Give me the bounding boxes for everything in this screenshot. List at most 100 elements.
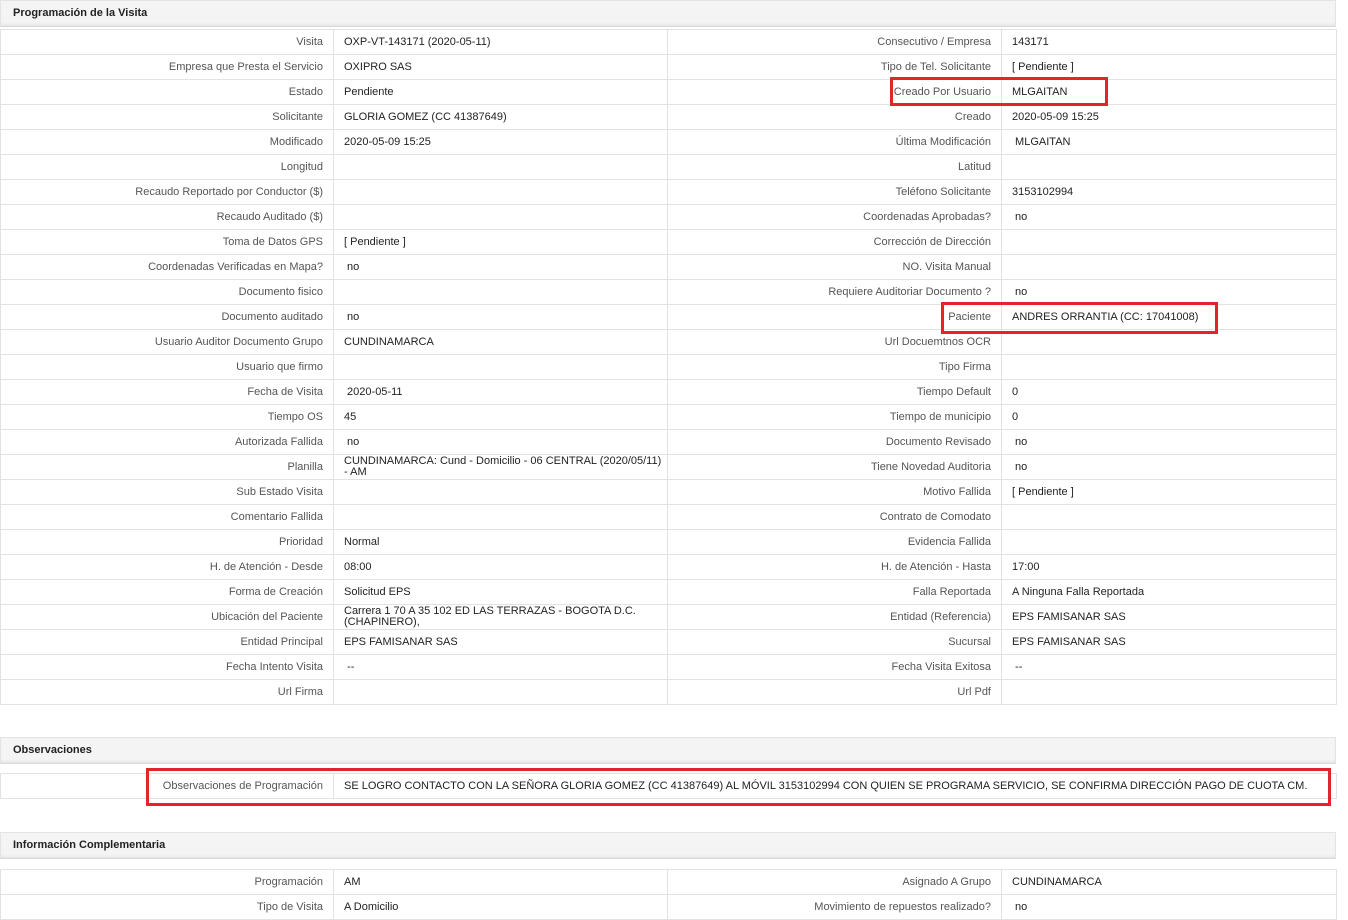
field-label: Tiempo Default xyxy=(667,379,1002,405)
field-value: 2020-05-09 15:25 xyxy=(333,129,668,155)
table-row: Recaudo Reportado por Conductor ($) Teléf… xyxy=(0,179,1337,205)
field-label: Tiempo de municipio xyxy=(667,404,1002,430)
field-value: Pendiente xyxy=(333,79,668,105)
table-row: Longitud Latitud xyxy=(0,154,1337,180)
table-row: Estado Pendiente Creado Por Usuario MLGAITA… xyxy=(0,79,1337,105)
field-value xyxy=(1001,229,1337,255)
field-value: 45 xyxy=(333,404,668,430)
table-row: Ubicación del Paciente Carrera 1 70 A 35 … xyxy=(0,604,1337,630)
field-value xyxy=(333,204,668,230)
field-label: Fecha de Visita xyxy=(0,379,334,405)
field-label: Solicitante xyxy=(0,104,334,130)
field-label: Recaudo Reportado por Conductor ($) xyxy=(0,179,334,205)
field-value: no xyxy=(333,429,668,455)
table-row: Documento fisico Requiere Auditoriar Docu… xyxy=(0,279,1337,305)
field-value: SE LOGRO CONTACTO CON LA SEÑORA GLORIA G… xyxy=(333,773,1337,799)
table-row: Url Firma Url Pdf xyxy=(0,679,1337,705)
field-value: OXP-VT-143171 (2020-05-11) xyxy=(333,29,668,55)
field-value xyxy=(333,179,668,205)
table-row: Comentario Fallida Contrato de Comodato xyxy=(0,504,1337,530)
observaciones-section: Observaciones Observaciones de Programac… xyxy=(0,737,1337,799)
field-label: Programación xyxy=(0,869,334,895)
field-label: Tipo Firma xyxy=(667,354,1002,380)
field-value xyxy=(333,279,668,305)
field-label: Usuario que firmo xyxy=(0,354,334,380)
table-row: Usuario que firmo Tipo Firma xyxy=(0,354,1337,380)
field-label: Sub Estado Visita xyxy=(0,479,334,505)
field-value xyxy=(1001,354,1337,380)
table-row: Programación AM Asignado A Grupo CUNDINAMAR… xyxy=(0,869,1337,895)
table-row: Recaudo Auditado ($) Coordenadas Aprobada… xyxy=(0,204,1337,230)
table-row: Visita OXP-VT-143171 (2020-05-11) Consecut… xyxy=(0,29,1337,55)
field-value: CUNDINAMARCA: Cund - Domicilio - 06 CENT… xyxy=(333,454,668,480)
field-value xyxy=(333,354,668,380)
info-table: Programación AM Asignado A Grupo CUNDINAMAR… xyxy=(0,869,1337,920)
table-row: Autorizada Fallida no Documento Revisado … xyxy=(0,429,1337,455)
field-label: Fecha Intento Visita xyxy=(0,654,334,680)
table-row: Fecha Intento Visita -- Fecha Visita Exit… xyxy=(0,654,1337,680)
field-value: CUNDINAMARCA xyxy=(1001,869,1337,895)
field-value: [ Pendiente ] xyxy=(333,229,668,255)
field-value xyxy=(1001,154,1337,180)
field-label: Movimiento de repuestos realizado? xyxy=(667,894,1002,920)
field-label: Tiene Novedad Auditoria xyxy=(667,454,1002,480)
table-row: Modificado 2020-05-09 15:25 Última Modific… xyxy=(0,129,1337,155)
field-label: Teléfono Solicitante xyxy=(667,179,1002,205)
field-value: 0 xyxy=(1001,404,1337,430)
field-value: EPS FAMISANAR SAS xyxy=(1001,629,1337,655)
field-label: Recaudo Auditado ($) xyxy=(0,204,334,230)
field-value: no xyxy=(1001,894,1337,920)
table-row: Coordenadas Verificadas en Mapa? no NO. V… xyxy=(0,254,1337,280)
field-value xyxy=(333,504,668,530)
info-section: Información Complementaria Programación A… xyxy=(0,832,1337,920)
table-row: Toma de Datos GPS[ Pendiente ] Corrección… xyxy=(0,229,1337,255)
table-row: Tiempo OS 45 Tiempo de municipio 0 xyxy=(0,404,1337,430)
field-value: no xyxy=(333,304,668,330)
field-label: NO. Visita Manual xyxy=(667,254,1002,280)
field-label: Url Pdf xyxy=(667,679,1002,705)
table-row: Documento auditado no Paciente ANDRES ORRA… xyxy=(0,304,1337,330)
field-label: Planilla xyxy=(0,454,334,480)
field-label: Ubicación del Paciente xyxy=(0,604,334,630)
field-label: Entidad (Referencia) xyxy=(667,604,1002,630)
field-label: Contrato de Comodato xyxy=(667,504,1002,530)
table-row: Observaciones de Programación SE LOGRO C… xyxy=(0,773,1337,799)
field-value: A Domicilio xyxy=(333,894,668,920)
field-value: Carrera 1 70 A 35 102 ED LAS TERRAZAS - … xyxy=(333,604,668,630)
field-label: Motivo Fallida xyxy=(667,479,1002,505)
field-value: 2020-05-09 15:25 xyxy=(1001,104,1337,130)
field-label: Fecha Visita Exitosa xyxy=(667,654,1002,680)
field-label: Coordenadas Verificadas en Mapa? xyxy=(0,254,334,280)
field-label: Corrección de Dirección xyxy=(667,229,1002,255)
field-value: [ Pendiente ] xyxy=(1001,479,1337,505)
field-value: Solicitud EPS xyxy=(333,579,668,605)
field-value: -- xyxy=(333,654,668,680)
field-value xyxy=(1001,504,1337,530)
field-value: no xyxy=(1001,204,1337,230)
table-row: Planilla CUNDINAMARCA: Cund - Domicilio -… xyxy=(0,454,1337,480)
section-title-info: Información Complementaria xyxy=(0,832,1336,859)
section-title-programacion: Programación de la Visita xyxy=(0,0,1336,27)
field-label: Tipo de Tel. Solicitante xyxy=(667,54,1002,80)
field-label: Usuario Auditor Documento Grupo xyxy=(0,329,334,355)
field-label: Sucursal xyxy=(667,629,1002,655)
field-label: Toma de Datos GPS xyxy=(0,229,334,255)
field-label: Longitud xyxy=(0,154,334,180)
field-value: MLGAITAN xyxy=(1001,79,1337,105)
table-row: Usuario Auditor Documento Grupo CUNDINAMA… xyxy=(0,329,1337,355)
field-label: Documento Revisado xyxy=(667,429,1002,455)
field-label: Documento fisico xyxy=(0,279,334,305)
field-label: Coordenadas Aprobadas? xyxy=(667,204,1002,230)
field-label: Tipo de Visita xyxy=(0,894,334,920)
field-label: Entidad Principal xyxy=(0,629,334,655)
field-label: Creado xyxy=(667,104,1002,130)
field-value xyxy=(333,154,668,180)
field-value: no xyxy=(333,254,668,280)
programacion-table: Visita OXP-VT-143171 (2020-05-11) Consecut… xyxy=(0,29,1337,705)
field-value: OXIPRO SAS xyxy=(333,54,668,80)
field-label: Forma de Creación xyxy=(0,579,334,605)
table-row: Fecha de Visita 2020-05-11 Tiempo Default… xyxy=(0,379,1337,405)
field-value: no xyxy=(1001,454,1337,480)
field-value: 0 xyxy=(1001,379,1337,405)
field-label: Consecutivo / Empresa xyxy=(667,29,1002,55)
